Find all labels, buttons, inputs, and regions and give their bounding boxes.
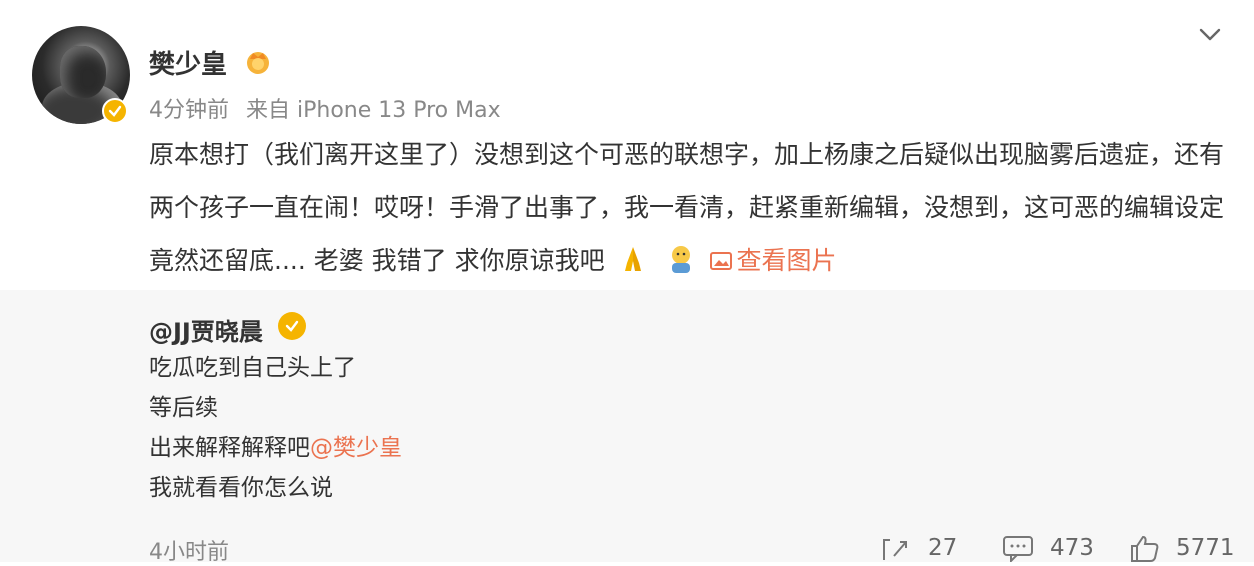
repost-line-text: 出来解释解释吧 [149,435,310,461]
hug-emoji-icon [671,246,690,273]
view-pictures-link[interactable]: 查看图片 [709,246,837,275]
repost-icon [883,539,907,560]
view-pictures-label: 查看图片 [736,246,837,275]
repost-section: @JJ贾晓晨 吃瓜吃到自己头上了 等后续 出来解释解释吧@樊少皇 我就看看你怎么… [0,290,1254,565]
crown-icon [247,52,269,74]
post-source: 来自 iPhone 13 Pro Max [246,98,501,123]
post-body: 原本想打（我们离开这里了）没想到这个可恶的联想字，加上杨康之后疑似出现脑雾后遗症… [149,128,1229,287]
verified-badge-icon [102,98,128,124]
avatar-figure-head [60,46,106,98]
pray-emoji-icon [624,247,641,271]
repost-time: 4小时前 [149,540,229,565]
repost-text: 吃瓜吃到自己头上了 等后续 出来解释解释吧@樊少皇 我就看看你怎么说 [149,348,402,508]
post-meta: 4分钟前 来自 iPhone 13 Pro Max [149,92,511,124]
repost-username[interactable]: @JJ贾晓晨 [149,312,263,347]
picture-icon [709,252,732,270]
thumbs-up-icon [1131,535,1159,562]
repost-count: 27 [928,535,958,561]
repost-line: 出来解释解释吧@樊少皇 [149,428,402,468]
verified-badge-icon [278,312,306,340]
post-username[interactable]: 樊少皇 [149,44,227,81]
chevron-down-icon[interactable] [1196,20,1224,48]
like-count: 5771 [1176,535,1235,561]
weibo-post: 樊少皇 4分钟前 来自 iPhone 13 Pro Max 原本想打（我们离开这… [0,0,1254,290]
repost-button[interactable]: 27 [880,534,957,562]
repost-line: 吃瓜吃到自己头上了 [149,355,356,381]
repost-line: 我就看看你怎么说 [149,475,333,501]
comment-count: 473 [1050,535,1094,561]
like-button[interactable]: 5771 [1128,534,1235,562]
mention-link[interactable]: @樊少皇 [310,435,402,461]
repost-line: 等后续 [149,395,218,421]
comment-button[interactable]: 473 [1002,534,1094,562]
comment-icon [1003,536,1033,562]
post-time: 4分钟前 [149,98,229,123]
